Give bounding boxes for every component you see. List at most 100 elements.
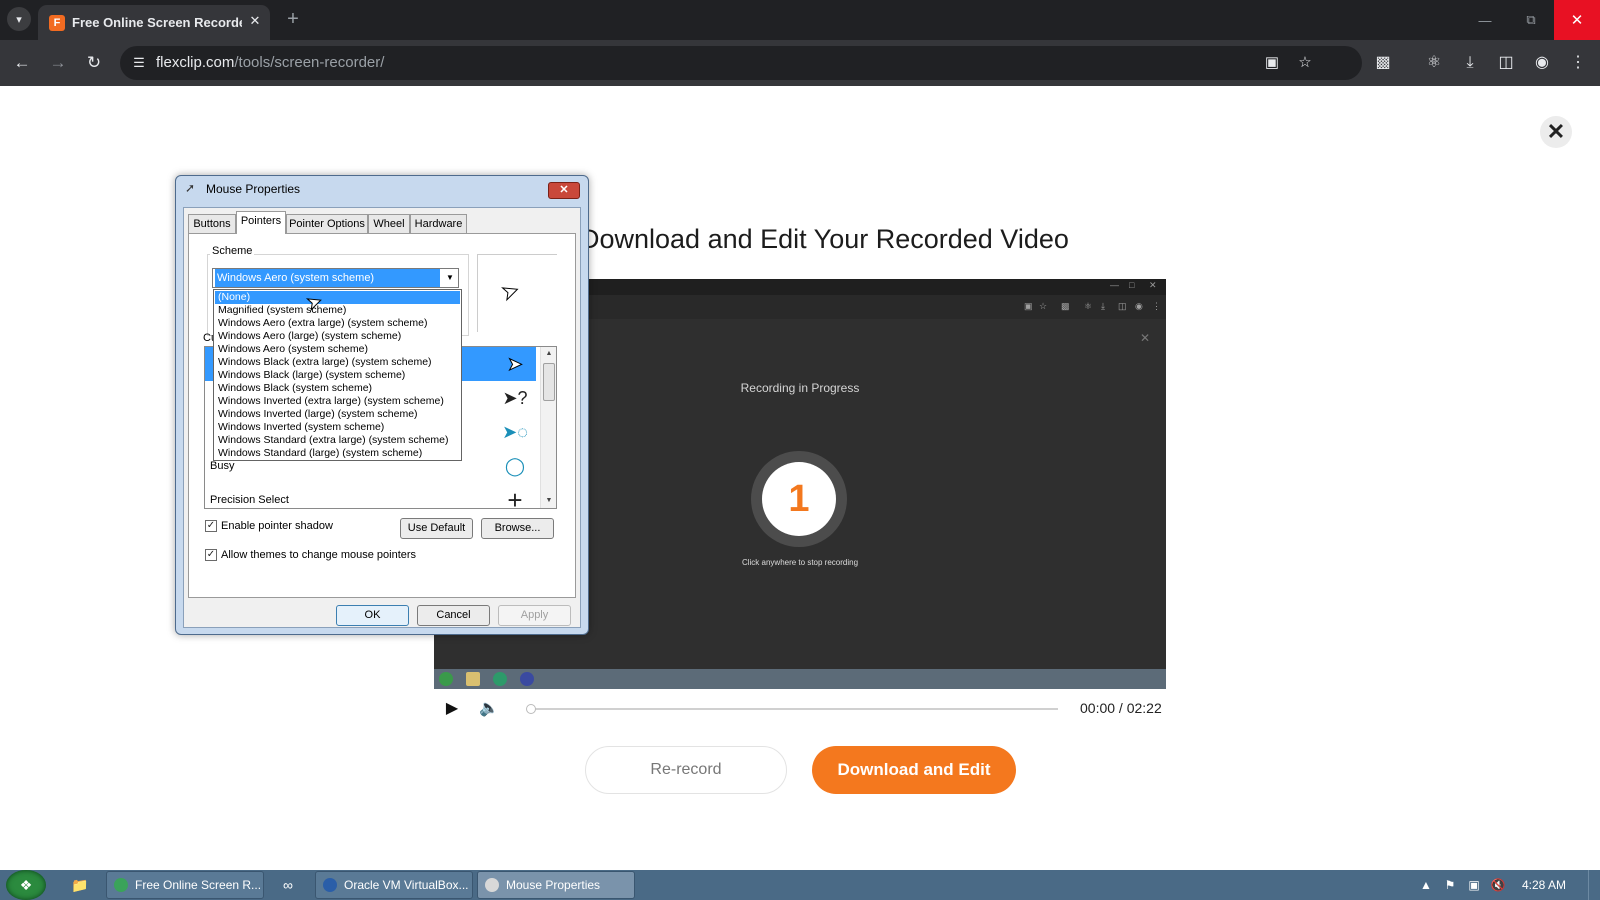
mouse-icon: ➚: [185, 181, 196, 195]
dropdown-option[interactable]: Windows Black (large) (system scheme): [215, 369, 460, 382]
dropdown-option[interactable]: Windows Aero (large) (system scheme): [215, 330, 460, 343]
countdown-number: 1: [762, 462, 836, 536]
scheme-select[interactable]: Windows Aero (system scheme) ▼: [212, 268, 459, 288]
action-center-flag-icon[interactable]: ⚑: [1442, 877, 1458, 893]
modal-close-icon[interactable]: ✕: [1540, 116, 1572, 148]
forward-arrow-icon[interactable]: →: [46, 51, 70, 75]
mouse-properties-icon: [485, 878, 499, 892]
site-info-icon[interactable]: ☰: [130, 54, 148, 72]
tab-search-button[interactable]: ▾: [7, 7, 31, 31]
rerecord-button[interactable]: Re-record: [585, 746, 787, 794]
scheme-selected-text: Windows Aero (system scheme): [215, 269, 440, 287]
url-text[interactable]: flexclip.com/tools/screen-recorder/: [156, 54, 384, 71]
dropdown-option[interactable]: Windows Aero (system scheme): [215, 343, 460, 356]
enable-shadow-checkbox[interactable]: ✓: [205, 520, 217, 532]
enable-shadow-label: Enable pointer shadow: [221, 520, 333, 532]
system-clock[interactable]: 4:28 AM: [1522, 878, 1566, 892]
dropdown-option[interactable]: Windows Inverted (system scheme): [215, 421, 460, 434]
allow-themes-checkbox[interactable]: ✓: [205, 549, 217, 561]
tab-hardware[interactable]: Hardware: [410, 214, 467, 234]
tab-buttons[interactable]: Buttons: [188, 214, 236, 234]
download-icon[interactable]: ⤓: [1458, 51, 1482, 75]
show-desktop-button[interactable]: [1588, 870, 1600, 900]
video-folder-icon: [466, 672, 480, 686]
dropdown-arrow-icon[interactable]: ▼: [443, 269, 457, 287]
profile-avatar-icon[interactable]: ◉: [1530, 51, 1554, 75]
video-menu-icon: ⋮: [1152, 301, 1161, 311]
new-tab-button[interactable]: +: [282, 9, 304, 31]
taskbar-item-virtualbox[interactable]: Oracle VM VirtualBox...: [315, 871, 473, 899]
install-app-icon[interactable]: ▣: [1262, 53, 1282, 73]
taskbar-item-mouse-properties[interactable]: Mouse Properties: [477, 871, 635, 899]
video-overlay-close-icon: ✕: [1140, 331, 1151, 345]
video-puzzle-icon: ▩: [1061, 301, 1070, 311]
network-icon[interactable]: ▣: [1466, 877, 1482, 893]
scroll-up-icon[interactable]: ▲: [541, 347, 556, 361]
scheme-dropdown-list[interactable]: (None) Magnified (system scheme) Windows…: [213, 289, 462, 461]
address-bar[interactable]: ☰ flexclip.com/tools/screen-recorder/ ▣ …: [120, 46, 1362, 80]
dropdown-option[interactable]: Windows Aero (extra large) (system schem…: [215, 317, 460, 330]
windows-taskbar: ❖ 📁 Free Online Screen R... ∞ Oracle VM …: [0, 870, 1600, 900]
dropdown-option[interactable]: Windows Inverted (extra large) (system s…: [215, 395, 460, 408]
video-minimize-icon: —: [1110, 280, 1119, 290]
video-download-icon: ⤓: [1101, 301, 1105, 311]
browser-menu-icon[interactable]: ⋮: [1566, 51, 1590, 75]
tab-pointer-options[interactable]: Pointer Options: [286, 214, 368, 234]
play-icon[interactable]: ▶: [442, 699, 462, 719]
bookmark-star-icon[interactable]: ☆: [1295, 53, 1315, 73]
tab-wheel[interactable]: Wheel: [368, 214, 410, 234]
dropdown-option[interactable]: Windows Black (system scheme): [215, 382, 460, 395]
side-panel-icon[interactable]: ◫: [1494, 51, 1518, 75]
labs-flask-icon[interactable]: ⚛: [1422, 51, 1446, 75]
cursor-list-scrollbar[interactable]: ▲ ▼: [540, 347, 556, 508]
cursor-row-precision-select[interactable]: Precision Select +: [205, 483, 536, 509]
working-cursor-icon: ➤◌: [502, 422, 528, 442]
window-restore-button[interactable]: ⧉: [1508, 0, 1554, 40]
dropdown-option[interactable]: Windows Black (extra large) (system sche…: [215, 356, 460, 369]
browser-tabstrip: ▾ F Free Online Screen Recorder & Video …: [0, 0, 1600, 40]
busy-cursor-icon: ◯: [504, 456, 526, 476]
window-close-button[interactable]: ✕: [1554, 0, 1600, 40]
crosshair-cursor-icon: +: [507, 485, 523, 509]
chrome-icon: [114, 878, 128, 892]
reload-icon[interactable]: ↻: [82, 51, 106, 75]
explorer-folder-icon[interactable]: 📁: [60, 871, 100, 899]
dialog-titlebar[interactable]: ➚ Mouse Properties ✕: [176, 176, 588, 202]
extensions-puzzle-icon[interactable]: ▩: [1371, 51, 1395, 75]
arrow-cursor-icon: ➤: [498, 278, 523, 306]
dialog-close-button[interactable]: ✕: [548, 182, 580, 199]
dialog-title: Mouse Properties: [206, 182, 301, 196]
apply-button[interactable]: Apply: [498, 605, 571, 626]
cursor-preview: ➤: [477, 254, 557, 332]
flexclip-favicon-icon: F: [49, 15, 65, 31]
back-arrow-icon[interactable]: ←: [10, 51, 34, 75]
volume-icon[interactable]: 🔈: [478, 699, 500, 719]
video-flask-icon: ⚛: [1084, 301, 1093, 311]
window-minimize-button[interactable]: —: [1462, 0, 1508, 40]
dropdown-option[interactable]: Windows Standard (extra large) (system s…: [215, 434, 460, 447]
start-orb-icon[interactable]: ❖: [6, 870, 46, 900]
dropdown-option[interactable]: Windows Inverted (large) (system scheme): [215, 408, 460, 421]
volume-muted-icon[interactable]: 🔇: [1490, 877, 1506, 893]
video-panel-icon: ◫: [1118, 301, 1127, 311]
tab-pointers[interactable]: Pointers: [236, 211, 286, 234]
cancel-button[interactable]: Cancel: [417, 605, 490, 626]
use-default-button[interactable]: Use Default: [400, 518, 473, 539]
browser-tab-active[interactable]: F Free Online Screen Recorder & Video Ed…: [38, 5, 270, 40]
progress-knob[interactable]: [526, 704, 536, 714]
browse-button[interactable]: Browse...: [481, 518, 554, 539]
app-link-icon[interactable]: ∞: [268, 871, 308, 899]
download-and-edit-button[interactable]: Download and Edit: [812, 746, 1016, 794]
dropdown-option[interactable]: Magnified (system scheme): [215, 304, 460, 317]
scroll-thumb[interactable]: [543, 363, 555, 401]
tray-expand-icon[interactable]: ▲: [1418, 877, 1434, 893]
taskbar-item-chrome[interactable]: Free Online Screen R...: [106, 871, 264, 899]
dropdown-option[interactable]: (None): [215, 291, 460, 304]
video-restore-icon: □: [1129, 280, 1135, 290]
dropdown-option[interactable]: Windows Standard (large) (system scheme): [215, 447, 460, 460]
ok-button[interactable]: OK: [336, 605, 409, 626]
progress-track[interactable]: [526, 704, 1058, 714]
tab-close-icon[interactable]: ✕: [246, 12, 264, 30]
cursor-row-label: Precision Select: [210, 494, 289, 506]
scroll-down-icon[interactable]: ▼: [541, 494, 556, 508]
